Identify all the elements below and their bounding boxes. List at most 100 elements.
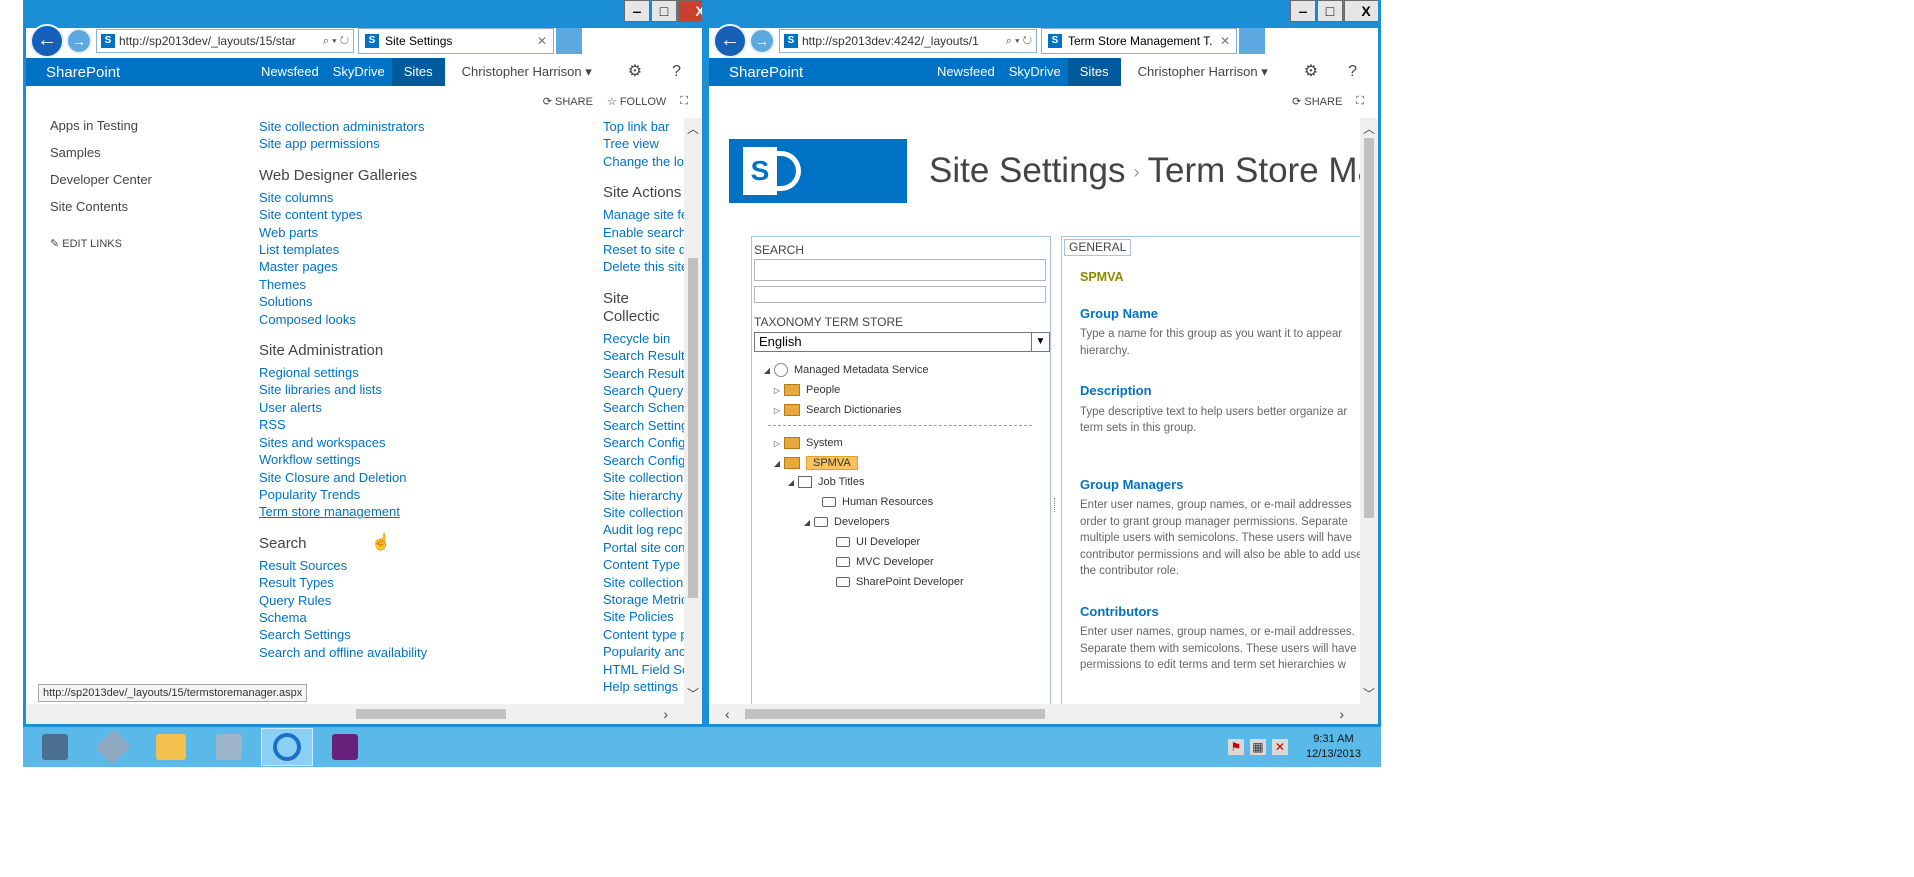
nav-developer-center[interactable]: Developer Center [50, 170, 152, 197]
back-button[interactable]: ← [30, 24, 64, 58]
scroll-up-icon[interactable]: ︿ [684, 120, 702, 137]
sharepoint-brand[interactable]: SharePoint [46, 64, 120, 81]
settings-link[interactable]: Composed looks [259, 311, 427, 328]
focus-content-icon[interactable]: ⛶ [680, 95, 688, 108]
settings-link[interactable]: Result Types [259, 574, 427, 591]
settings-link[interactable]: Sites and workspaces [259, 434, 427, 451]
tree-node-spmva[interactable]: ◢ SPMVA [770, 454, 858, 472]
settings-link[interactable]: Search Schem [603, 399, 684, 416]
tree-node-sharepoint-developer[interactable]: SharePoint Developer [822, 573, 964, 591]
address-bar[interactable]: S http://sp2013dev/_layouts/15/star ⌕ ▾ … [96, 29, 354, 53]
breadcrumb-site-settings[interactable]: Site Settings [929, 151, 1126, 190]
tree-node-developers[interactable]: ◢ Developers [800, 513, 890, 531]
settings-link[interactable]: Master pages [259, 258, 427, 275]
collapse-icon[interactable]: ◢ [770, 459, 784, 468]
vertical-scrollbar[interactable]: ︿ ﹀ [684, 118, 702, 704]
scroll-left-icon[interactable]: ‹ [725, 706, 730, 722]
edit-links-button[interactable]: ✎ EDIT LINKS [50, 234, 152, 261]
settings-link[interactable]: Reset to site d [603, 241, 684, 258]
settings-link[interactable]: Query Rules [259, 592, 427, 609]
settings-gear-icon[interactable]: ⚙ [621, 58, 649, 86]
expand-icon[interactable]: ▷ [770, 386, 784, 395]
nav-apps-in-testing[interactable]: Apps in Testing [50, 118, 152, 143]
settings-link[interactable]: Site hierarchy [603, 487, 684, 504]
tree-node-people[interactable]: ▷ People [770, 381, 840, 399]
settings-link[interactable]: Site collection [603, 469, 684, 486]
favorites-star-icon[interactable]: ★ [655, 32, 668, 50]
help-icon[interactable]: ? [1341, 58, 1364, 86]
settings-link[interactable]: List templates [259, 241, 427, 258]
help-icon[interactable]: ? [665, 58, 688, 86]
share-button[interactable]: ⟳ SHARE [543, 95, 593, 108]
horizontal-scrollbar[interactable]: ‹ › [709, 704, 1378, 724]
nav-samples[interactable]: Samples [50, 143, 152, 170]
scroll-up-icon[interactable]: ︿ [1360, 120, 1378, 137]
suite-link-newsfeed[interactable]: Newsfeed [254, 58, 326, 86]
settings-link[interactable]: Manage site fe [603, 206, 684, 223]
settings-link[interactable]: Site collection [603, 504, 684, 521]
tab-close-icon[interactable]: ✕ [1220, 34, 1230, 48]
home-icon[interactable]: ⌂ [636, 32, 645, 50]
settings-link[interactable]: Recycle bin [603, 330, 684, 347]
tab-general[interactable]: GENERAL [1064, 239, 1132, 256]
user-name[interactable]: Christopher Harrison ▾ [1131, 58, 1275, 86]
tree-node-ui-developer[interactable]: UI Developer [822, 533, 920, 551]
settings-link[interactable]: Search Result [603, 365, 684, 382]
tree-node-system[interactable]: ▷ System [770, 434, 843, 452]
forward-button[interactable]: → [749, 28, 775, 54]
settings-link[interactable]: Enable search [603, 224, 684, 241]
settings-link[interactable]: Workflow settings [259, 451, 427, 468]
term-store-management-link[interactable]: Term store management [259, 503, 427, 520]
settings-link[interactable]: Solutions [259, 293, 427, 310]
suite-link-sites[interactable]: Sites [1067, 58, 1121, 86]
clock[interactable]: 9:31 AM 12/13/2013 [1306, 732, 1361, 762]
tree-node-human-resources[interactable]: Human Resources [808, 493, 933, 511]
settings-link[interactable]: Themes [259, 276, 427, 293]
settings-link[interactable]: Search Settings [259, 626, 427, 643]
collapse-icon[interactable]: ◢ [760, 366, 774, 375]
settings-link[interactable]: Search Result [603, 347, 684, 364]
suite-link-newsfeed[interactable]: Newsfeed [930, 58, 1002, 86]
settings-link[interactable]: Search Query [603, 382, 684, 399]
vertical-scrollbar[interactable]: ︿ ﹀ [1360, 118, 1378, 704]
settings-link[interactable]: Web parts [259, 224, 427, 241]
settings-link[interactable]: HTML Field Se [603, 661, 684, 678]
home-icon[interactable]: ⌂ [1312, 32, 1321, 50]
settings-link[interactable]: Search Config [603, 452, 684, 469]
scroll-thumb[interactable] [1364, 138, 1374, 518]
settings-link[interactable]: Site app permissions [259, 135, 427, 152]
minimize-button[interactable]: ‒ [1290, 0, 1316, 22]
tree-node-search-dictionaries[interactable]: ▷ Search Dictionaries [770, 401, 901, 419]
settings-gear-icon[interactable]: ⚙ [679, 32, 692, 50]
scroll-thumb[interactable] [745, 709, 1045, 719]
favorites-star-icon[interactable]: ★ [1331, 32, 1344, 50]
settings-link[interactable]: Search Setting [603, 417, 684, 434]
settings-link[interactable]: Result Sources [259, 557, 427, 574]
scroll-down-icon[interactable]: ﹀ [1360, 685, 1378, 702]
suite-link-sites[interactable]: Sites [391, 58, 445, 86]
address-tools-icon[interactable]: ⌕ ▾ ↻ [323, 35, 349, 48]
settings-link[interactable]: Site content types [259, 206, 427, 223]
back-button[interactable]: ← [713, 24, 747, 58]
tree-node-mvc-developer[interactable]: MVC Developer [822, 553, 934, 571]
language-select[interactable]: English ▼ [754, 332, 1050, 352]
nav-site-contents[interactable]: Site Contents [50, 197, 152, 224]
settings-link[interactable]: Site columns [259, 189, 427, 206]
tab-term-store-management[interactable]: S Term Store Management T... ✕ [1041, 28, 1237, 54]
settings-link[interactable]: Content type p [603, 626, 684, 643]
taskbar-file-explorer[interactable] [145, 728, 197, 766]
settings-link[interactable]: Delete this site [603, 258, 684, 275]
taskbar-tools[interactable] [87, 728, 139, 766]
settings-link[interactable]: Storage Metric [603, 591, 684, 608]
taskbar-server-manager[interactable] [29, 728, 81, 766]
follow-button[interactable]: ☆ FOLLOW [607, 95, 666, 108]
user-name[interactable]: Christopher Harrison ▾ [455, 58, 599, 86]
scroll-down-icon[interactable]: ﹀ [684, 685, 702, 702]
close-button[interactable]: X [1344, 0, 1378, 22]
settings-link[interactable]: Popularity Trends [259, 486, 427, 503]
settings-link[interactable]: Audit log repc [603, 521, 684, 538]
scroll-thumb[interactable] [356, 709, 506, 719]
taskbar-admin-tools[interactable] [203, 728, 255, 766]
settings-link[interactable]: Schema [259, 609, 427, 626]
taskbar-visual-studio[interactable] [319, 728, 371, 766]
